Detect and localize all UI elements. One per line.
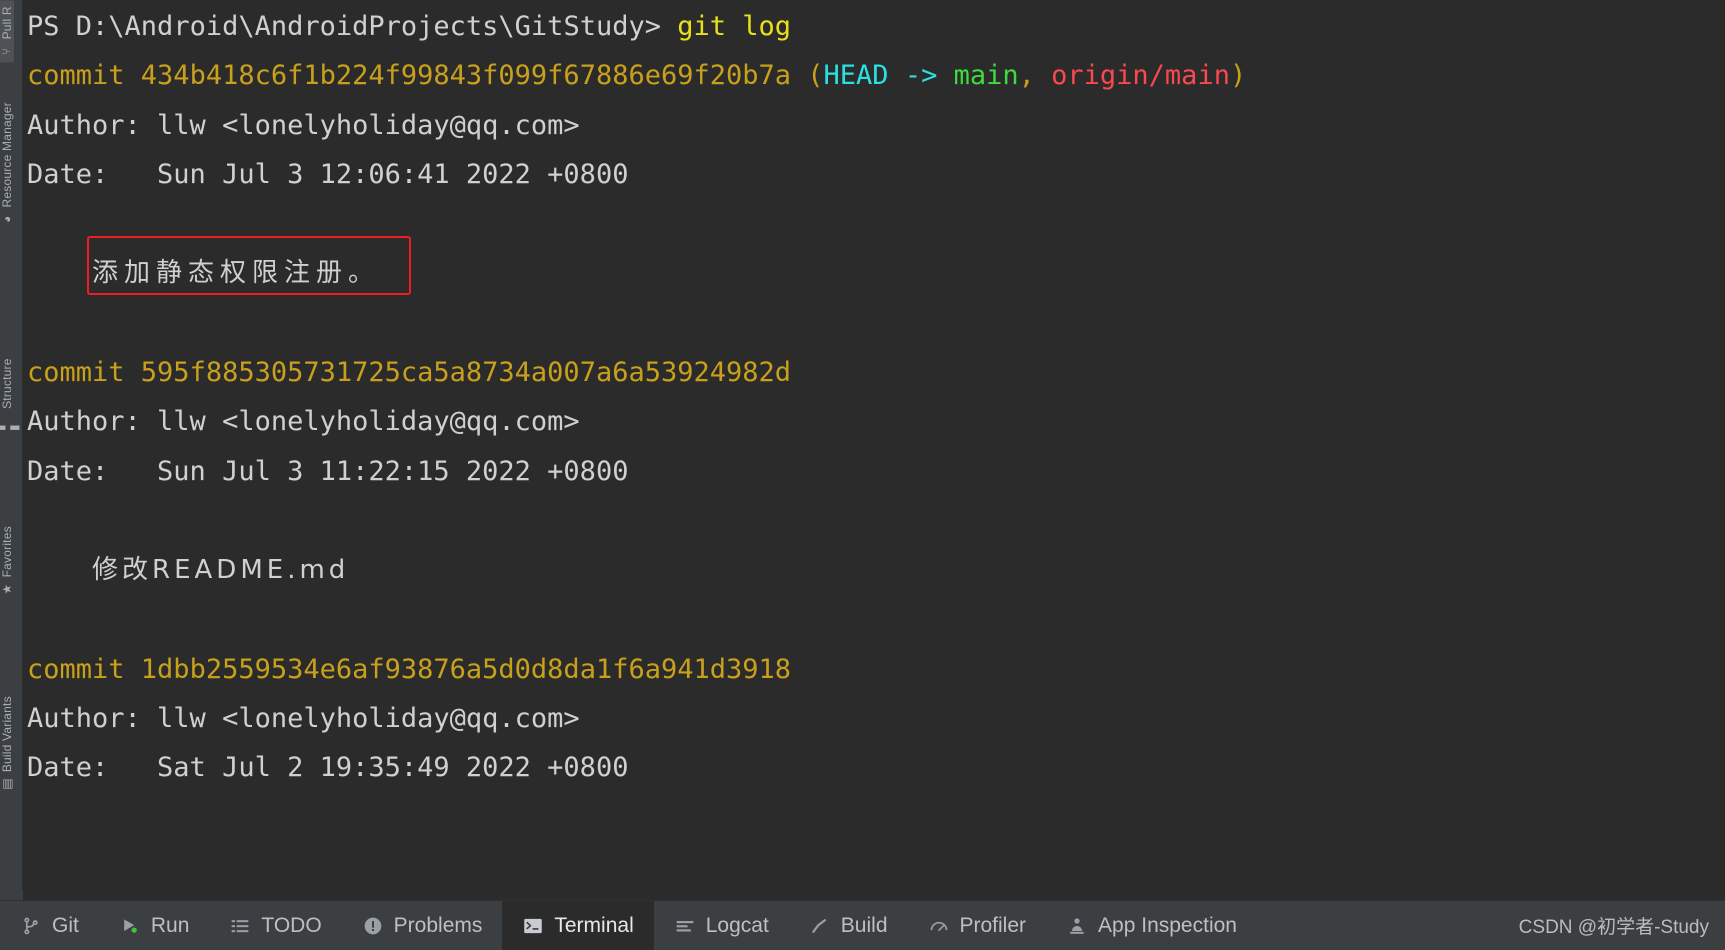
prompt-path: D:\Android\AndroidProjects\GitStudy: [75, 11, 645, 42]
terminal-panel[interactable]: PS D:\Android\AndroidProjects\GitStudy> …: [23, 0, 1725, 900]
commit-message-text: 添加静态权限注册。: [92, 258, 381, 289]
bottom-tool-window-bar[interactable]: Git Run TODO Problems Terminal Logcat Build Pro…: [0, 900, 1725, 950]
rail-item-label: Structure: [0, 358, 14, 409]
remote-branch-ref: origin/main: [1051, 60, 1230, 92]
tab-git[interactable]: Git: [0, 901, 99, 950]
date-value: Sun Jul 3 11:22:15 2022 +0800: [157, 455, 629, 487]
commit-message-line: 添加静态权限注册。: [27, 248, 1725, 298]
terminal-icon: [522, 915, 544, 937]
rail-bottom-filler: [0, 890, 23, 900]
ref-comma: ,: [1018, 60, 1052, 92]
date-line: Date: Sun Jul 3 12:06:41 2022 +0800: [27, 150, 1725, 199]
left-tool-rail: ⑂ Pull R ◕ Resource Manager ▮▮ Structure ★ Favo…: [0, 0, 23, 900]
author-value: llw <lonelyholiday@qq.com>: [157, 406, 580, 438]
terminal-output: PS D:\Android\AndroidProjects\GitStudy> …: [23, 0, 1725, 793]
tab-terminal[interactable]: Terminal: [502, 901, 654, 950]
logcat-lines-icon: [674, 915, 696, 937]
hammer-icon: [809, 915, 831, 937]
author-line: Author: llw <lonelyholiday@qq.com>: [27, 694, 1725, 743]
tabbar-spacer: [1257, 901, 1519, 950]
author-value: llw <lonelyholiday@qq.com>: [157, 109, 580, 141]
pull-request-icon: ⑂: [0, 43, 14, 58]
tab-build[interactable]: Build: [789, 901, 908, 950]
tab-logcat[interactable]: Logcat: [654, 901, 789, 950]
watermark-text: CSDN @初学者-Study: [1518, 917, 1709, 938]
commit-line: commit 434b418c6f1b224f99843f099f67886e6…: [27, 51, 1725, 100]
rail-item-label: Build Variants: [0, 696, 14, 772]
commit-message-line: 修改README.md: [27, 545, 1725, 595]
tab-label: Terminal: [554, 913, 634, 937]
rail-item-label: Pull R: [0, 6, 14, 40]
tab-label: TODO: [261, 913, 322, 937]
run-play-icon: [119, 915, 141, 937]
author-label: Author:: [27, 109, 158, 141]
sidebar-item-resource-manager[interactable]: ◕ Resource Manager: [0, 96, 14, 232]
date-label: Date:: [27, 455, 158, 487]
gauge-icon: [928, 915, 950, 937]
author-line: Author: llw <lonelyholiday@qq.com>: [27, 397, 1725, 446]
tab-label: App Inspection: [1098, 913, 1237, 937]
resource-manager-icon: ◕: [0, 212, 15, 227]
terminal-prompt-line: PS D:\Android\AndroidProjects\GitStudy> …: [27, 2, 1725, 51]
refs-close-paren: ): [1229, 60, 1247, 92]
commit-hash: 434b418c6f1b224f99843f099f67886e69f20b7a: [140, 60, 792, 92]
commit-message-text: 修改README.md: [92, 555, 350, 586]
commit-hash: 1dbb2559534e6af93876a5d0d8da1f6a941d3918: [140, 653, 792, 685]
prompt-caret: >: [644, 11, 678, 42]
tab-label: Build: [840, 913, 888, 937]
date-label: Date:: [27, 158, 158, 190]
commit-line: commit 1dbb2559534e6af93876a5d0d8da1f6a9…: [27, 645, 1725, 694]
git-branch-icon: [20, 915, 42, 937]
tab-label: Profiler: [959, 913, 1027, 937]
commit-keyword: commit: [27, 357, 141, 389]
tab-problems[interactable]: Problems: [342, 901, 503, 950]
tab-label: Logcat: [705, 913, 769, 937]
ref-arrow: ->: [888, 60, 954, 92]
tab-label: Run: [150, 913, 190, 937]
warning-icon: [362, 915, 384, 937]
structure-icon: ▮▮: [0, 420, 22, 435]
tab-app-inspection[interactable]: App Inspection: [1046, 901, 1257, 950]
date-line: Date: Sun Jul 3 11:22:15 2022 +0800: [27, 447, 1725, 496]
sidebar-item-build-variants[interactable]: ▤ Build Variants: [0, 690, 14, 797]
date-value: Sun Jul 3 12:06:41 2022 +0800: [157, 158, 629, 190]
commit-keyword: commit: [27, 653, 141, 685]
star-icon: ★: [0, 582, 15, 597]
message-indent: [27, 554, 92, 585]
rail-item-label: Resource Manager: [0, 102, 14, 208]
local-branch-ref: main: [953, 60, 1019, 92]
author-label: Author:: [27, 703, 158, 735]
rail-item-label: Favorites: [0, 526, 14, 578]
date-value: Sat Jul 2 19:35:49 2022 +0800: [157, 752, 629, 784]
refs-open-paren: (: [791, 60, 824, 92]
sidebar-item-favorites[interactable]: ★ Favorites: [0, 520, 14, 602]
commit-keyword: commit: [27, 60, 141, 92]
prompt-command: git log: [677, 11, 792, 42]
tab-todo[interactable]: TODO: [209, 901, 341, 950]
commit-line: commit 595f885305731725ca5a8734a007a6a53…: [27, 348, 1725, 397]
date-label: Date:: [27, 752, 158, 784]
tab-profiler[interactable]: Profiler: [908, 901, 1047, 950]
commit-hash: 595f885305731725ca5a8734a007a6a53924982d: [140, 357, 792, 389]
date-line: Date: Sat Jul 2 19:35:49 2022 +0800: [27, 743, 1725, 792]
sidebar-item-structure[interactable]: ▮▮ Structure: [0, 352, 21, 448]
head-ref: HEAD: [823, 60, 889, 92]
sidebar-item-pull-requests[interactable]: ⑂ Pull R: [0, 0, 14, 63]
author-line: Author: llw <lonelyholiday@qq.com>: [27, 101, 1725, 150]
prompt-prefix: PS: [27, 11, 76, 42]
app-inspection-icon: [1066, 915, 1088, 937]
message-indent: [27, 257, 92, 288]
todo-list-icon: [229, 915, 251, 937]
build-variants-icon: ▤: [0, 777, 15, 792]
author-value: llw <lonelyholiday@qq.com>: [157, 703, 580, 735]
tab-run[interactable]: Run: [99, 901, 210, 950]
author-label: Author:: [27, 406, 158, 438]
tab-label: Problems: [393, 913, 483, 937]
tab-label: Git: [52, 913, 79, 937]
